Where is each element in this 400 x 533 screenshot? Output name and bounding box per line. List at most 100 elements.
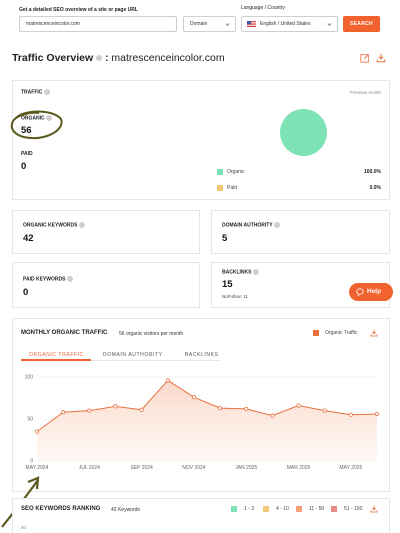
legend-organic-value: 100.0% [364,169,381,175]
legend-swatch-1-3 [231,506,237,512]
data-point [374,411,380,417]
info-icon [252,269,259,275]
y-tick-label: 50 [27,417,33,423]
chevron-down-icon [225,23,230,27]
organic-keywords-value: 42 [23,233,34,244]
search-label: Get a detailed SEO overview of a site or… [19,7,138,13]
data-point [348,412,353,417]
language-value: English / United States [260,21,311,27]
scope-select[interactable]: Domain [183,16,236,32]
page-title-domain: matrescenceincolor.com [111,52,225,64]
x-tick-label: NOV 2024 [182,465,206,471]
legend-swatch-11-50 [296,506,302,512]
page-title: Traffic Overview : matrescenceincolor.co… [12,52,225,64]
data-point [322,408,327,413]
data-point [61,410,66,415]
legend-1-3: 1 - 3 [244,506,255,512]
paid-keywords-card: PAID KEYWORDS 0 [12,262,200,308]
data-point [296,403,301,408]
ranking-count: 42 Keywords [111,507,140,513]
organic-keywords-label: ORGANIC KEYWORDS [23,222,85,228]
language-label: Language / Country [241,5,285,11]
download-icon[interactable] [370,329,378,337]
y-tick-label: 0 [30,459,33,465]
traffic-period: Previous month [349,90,381,95]
annotation-circle [10,110,63,140]
paid-value: 0 [21,161,27,172]
backlinks-value: 15 [222,279,233,290]
monthly-subtitle: 56 organic visitors per month [119,331,184,337]
domain-authority-card: DOMAIN AUTHORITY 5 [211,210,390,254]
search-button[interactable]: SEARCH [343,16,380,32]
traffic-label: TRAFFIC [21,89,50,95]
data-point [191,395,197,400]
tab-domain-authority[interactable]: DOMAIN AUTHORITY [103,352,163,358]
legend-swatch-organic [217,169,223,175]
legend-swatch-51-100 [331,506,337,512]
edit-icon[interactable] [360,53,370,63]
chat-bubble-icon [356,288,364,296]
organic-traffic-chart: 0 50 100 MAY 2024 JUL 2024 SEP 2024 NOV 2024 JA… [25,375,380,471]
chevron-down-icon [327,23,332,27]
info-icon [43,89,50,95]
language-select[interactable]: English / United States [241,16,338,32]
legend-swatch-4-10 [263,506,269,512]
info-icon [96,55,103,62]
data-point [87,408,92,413]
legend-organic-traffic: Organic Traffic [325,330,358,336]
legend-swatch-organic-traffic [313,330,319,336]
info-icon [78,222,85,228]
data-point [34,429,40,434]
data-point [217,405,223,411]
traffic-pie-chart [280,109,327,156]
legend-paid-value: 0.0% [369,185,381,191]
page-title-text: Traffic Overview [12,52,94,64]
us-flag-icon [247,21,256,27]
y-tick-label: 100 [25,375,34,381]
info-icon [66,276,73,282]
paid-keywords-label: PAID KEYWORDS [23,276,73,282]
download-icon[interactable] [376,53,386,63]
help-label: Help [367,288,382,295]
search-bar: Get a detailed SEO overview of a site or… [0,0,400,44]
x-tick-label: MAR 2025 [287,465,311,471]
ranking-title: SEO KEYWORDS RANKING [21,506,101,512]
data-point [165,378,170,383]
ranking-y-top: 80 [21,525,27,530]
organic-keywords-card: ORGANIC KEYWORDS 42 [12,210,200,254]
legend-4-10: 4 - 10 [276,506,289,512]
x-tick-label: JUL 2024 [79,465,100,471]
series-area [37,380,377,461]
tab-backlinks[interactable]: BACKLINKS [185,352,218,358]
data-point [270,413,275,418]
legend-51-100: 51 - 100 [344,506,363,512]
nofollow-count: NoFollow: 11 [222,294,248,299]
legend-swatch-paid [217,185,223,191]
paid-label: PAID [21,151,33,157]
url-input[interactable]: matrescenceincolor.com [19,16,177,32]
info-icon [273,222,280,228]
tab-organic-traffic[interactable]: ORGANIC TRAFFIC [29,352,84,358]
help-button[interactable]: Help [349,283,393,301]
keywords-ranking-card: SEO KEYWORDS RANKING 42 Keywords 1 - 3 4… [12,498,390,533]
download-icon[interactable] [370,505,378,513]
monthly-title: MONTHLY ORGANIC TRAFFIC [21,330,108,336]
x-tick-label: JAN 2025 [235,465,257,471]
domain-authority-label: DOMAIN AUTHORITY [222,222,280,228]
data-point [244,406,249,412]
data-point [113,404,118,409]
legend-11-50: 11 - 50 [309,506,325,512]
data-point [139,407,144,412]
traffic-card: TRAFFIC Previous month ORGANIC 56 PAID 0… [10,80,390,200]
scope-value: Domain [190,21,208,27]
paid-keywords-value: 0 [23,287,29,298]
legend-organic-label: Organic [227,169,245,175]
tab-active-indicator [21,359,91,361]
monthly-traffic-card: MONTHLY ORGANIC TRAFFIC 56 organic visit… [12,318,390,492]
x-tick-label: MAY 2024 [26,465,49,471]
x-tick-label: SEP 2024 [130,465,153,471]
legend-paid-label: Paid [227,185,238,191]
backlinks-label: BACKLINKS [222,269,259,275]
x-tick-label: MAY 2025 [339,465,362,471]
domain-authority-value: 5 [222,233,228,244]
